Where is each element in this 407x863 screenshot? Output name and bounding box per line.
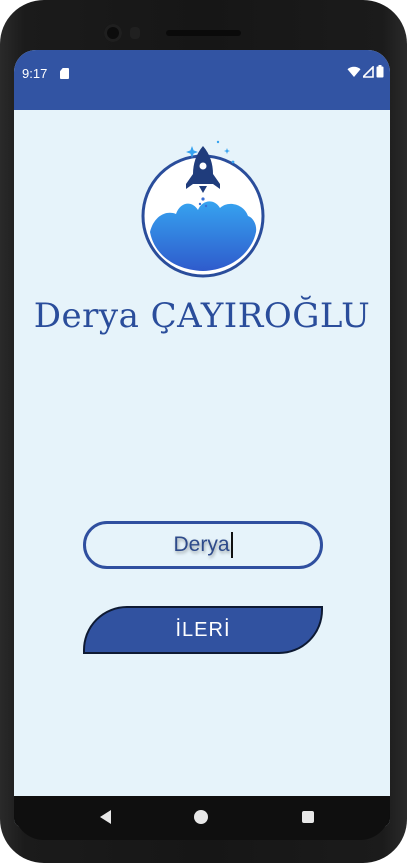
name-input[interactable]: Derya <box>83 521 323 569</box>
text-caret <box>230 532 233 559</box>
status-bar: 9:17 <box>14 50 390 110</box>
phone-frame: 9:17 Derya ÇAYIROĞLU Derya İLERİ <box>0 0 407 863</box>
status-time: 9:17 <box>22 66 48 81</box>
navigation-bar <box>14 796 390 840</box>
name-input-value: Derya <box>173 533 230 556</box>
back-icon[interactable] <box>100 810 111 824</box>
brand-name: Derya ÇAYIROĞLU <box>33 296 371 336</box>
main-content: Derya ÇAYIROĞLU Derya İLERİ <box>14 110 390 797</box>
earpiece-speaker <box>166 30 241 36</box>
sd-card-icon <box>60 68 69 79</box>
next-button-label: İLERİ <box>175 619 231 641</box>
wifi-icon <box>347 66 361 77</box>
home-icon[interactable] <box>194 810 208 824</box>
status-icons <box>347 65 384 78</box>
front-camera <box>104 24 122 42</box>
rocket-logo <box>141 140 265 278</box>
battery-icon <box>376 65 384 78</box>
screen: 9:17 Derya ÇAYIROĞLU Derya İLERİ <box>14 50 390 827</box>
cell-signal-icon <box>363 65 374 78</box>
next-button[interactable]: İLERİ <box>83 606 323 654</box>
recents-icon[interactable] <box>302 811 314 823</box>
proximity-sensor <box>130 27 140 39</box>
